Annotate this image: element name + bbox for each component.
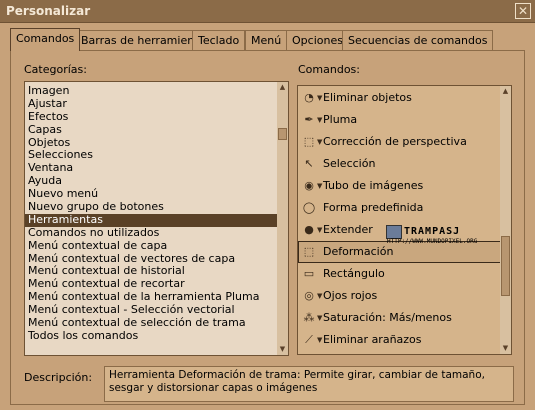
category-item[interactable]: Ajustar [25,97,288,111]
categories-listbox[interactable]: Imagen Ajustar Efectos Capas Objetos Sel… [24,81,289,356]
category-item[interactable]: Capas [25,123,288,137]
categories-label: Categorías: [24,63,87,76]
dropdown-arrow-icon: ▼ [317,116,323,124]
categories-items: Imagen Ajustar Efectos Capas Objetos Sel… [25,82,288,343]
object-remover-icon: ◔ [304,91,314,104]
command-label: Eliminar objetos [323,91,412,104]
category-item[interactable]: Nuevo grupo de botones [25,200,288,214]
dropdown-arrow-icon: ▼ [317,182,323,190]
scroll-thumb[interactable] [501,236,510,296]
category-item[interactable]: Menú contextual de capa [25,239,288,253]
command-label: Rectángulo [323,267,385,280]
command-label: Saturación: Más/menos [323,311,452,324]
command-item[interactable]: ▭ Rectángulo [298,263,511,285]
watermark: TRAMPASJ HTTP://WWW.MUNDOPIXEL.ORG [384,225,494,247]
title-bar: Personalizar ✕ [0,0,535,23]
command-label: Eliminar arañazos [323,333,422,346]
commands-listbox[interactable]: ◔ ▼ Eliminar objetos ✒ ▼ Pluma ⬚ ▼ Corrección … [297,85,512,355]
tab-comandos[interactable]: Comandos [10,28,81,51]
scroll-down-icon[interactable]: ▼ [500,343,511,354]
command-item[interactable]: ✒ ▼ Pluma [298,109,511,131]
tab-teclado[interactable]: Teclado [192,30,246,50]
command-label: Forma predefinida [323,201,424,214]
pick-arrow-icon: ↖ [304,157,314,170]
commands-scrollbar[interactable]: ▲ ▼ [500,86,511,354]
rectangle-icon: ▭ [303,267,315,280]
picture-tube-icon: ◉ [304,179,314,192]
dropdown-arrow-icon: ▼ [317,336,323,344]
command-item[interactable]: ⬚ ▼ Corrección de perspectiva [298,131,511,153]
category-item[interactable]: Ventana [25,161,288,175]
watermark-url: HTTP://WWW.MUNDOPIXEL.ORG [387,238,478,245]
extend-icon: ● [304,223,314,236]
scratch-remover-icon: ⟋ [305,333,313,346]
scroll-down-icon[interactable]: ▼ [277,344,288,355]
command-label: Ojos rojos [323,289,378,302]
scroll-thumb[interactable] [278,128,287,140]
category-item[interactable]: Todos los comandos [25,329,288,343]
description-label: Descripción: [24,371,93,384]
dropdown-arrow-icon: ▼ [317,94,323,102]
red-eye-icon: ◎ [304,289,314,302]
category-item[interactable]: Efectos [25,110,288,124]
categories-scrollbar[interactable]: ▲ ▼ [277,82,288,355]
command-item[interactable]: ⁂ ▼ Saturación: Más/menos [298,307,511,329]
preset-shape-icon: ◯ [302,201,316,214]
command-item[interactable]: ◔ ▼ Eliminar objetos [298,87,511,109]
command-label: Corrección de perspectiva [323,135,467,148]
dropdown-arrow-icon: ▼ [317,314,323,322]
tab-secuencias-de-comandos[interactable]: Secuencias de comandos [342,30,494,50]
category-item-selected[interactable]: Herramientas [25,213,288,227]
scroll-up-icon[interactable]: ▲ [500,86,511,97]
category-item[interactable]: Imagen [25,84,288,98]
category-item[interactable]: Menú contextual de selección de trama [25,316,288,330]
command-item[interactable]: ↖ Selección [298,153,511,175]
dropdown-arrow-icon: ▼ [317,138,323,146]
command-item[interactable]: ◉ ▼ Tubo de imágenes [298,175,511,197]
command-label: Selección [323,157,376,170]
command-label: Extender [323,223,373,236]
command-label: Tubo de imágenes [323,179,424,192]
watermark-logo-icon [386,225,402,239]
dropdown-arrow-icon: ▼ [317,226,323,234]
pen-icon: ✒ [304,113,314,126]
command-item[interactable]: ◯ Forma predefinida [298,197,511,219]
command-item[interactable]: ◎ ▼ Ojos rojos [298,285,511,307]
command-label: Deformación [323,245,394,258]
window-title: Personalizar [6,4,91,18]
tab-opciones[interactable]: Opciones [286,30,349,50]
command-label: Pluma [323,113,358,126]
tab-menu[interactable]: Menú [245,30,288,50]
saturation-icon: ⁂ [303,311,315,324]
close-icon: ✕ [517,4,529,18]
dropdown-arrow-icon: ▼ [317,292,323,300]
scroll-up-icon[interactable]: ▲ [277,82,288,93]
close-button[interactable]: ✕ [515,3,531,19]
command-item[interactable]: ⟋ ▼ Eliminar arañazos [298,329,511,351]
commands-label: Comandos: [298,63,360,76]
category-item[interactable]: Comandos no utilizados [25,226,288,240]
watermark-title: TRAMPASJ [404,226,461,237]
perspective-correction-icon: ⬚ [303,135,315,148]
commands-items: ◔ ▼ Eliminar objetos ✒ ▼ Pluma ⬚ ▼ Corrección … [298,86,511,351]
deform-icon: ⬚ [303,245,315,258]
description-text: Herramienta Deformación de trama: Permit… [104,366,514,402]
